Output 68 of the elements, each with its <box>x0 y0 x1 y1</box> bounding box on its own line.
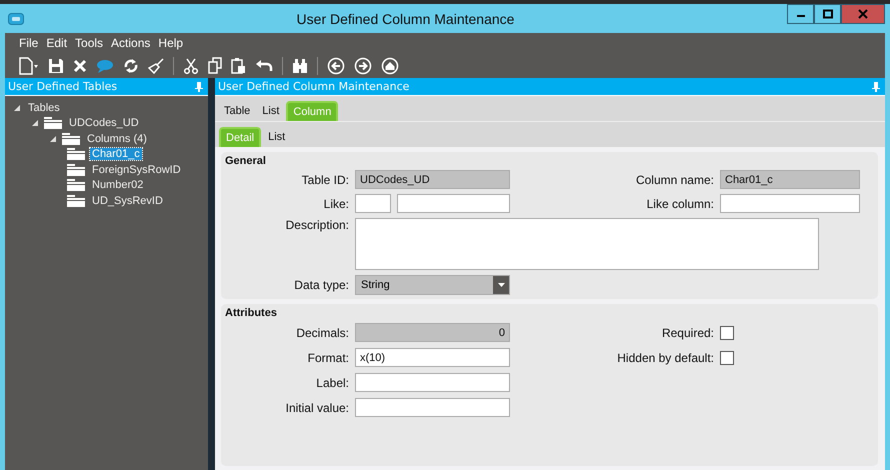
folder-icon <box>67 164 85 176</box>
binoculars-icon[interactable] <box>292 58 308 74</box>
menu-item[interactable]: Help <box>158 36 184 50</box>
menu-item[interactable]: Tools <box>75 36 104 50</box>
delete-icon[interactable] <box>73 58 87 72</box>
group-title: General <box>225 155 267 167</box>
folder-icon <box>67 179 85 192</box>
field-label: Description: <box>284 218 349 232</box>
field-label: Format: <box>306 350 349 364</box>
field-label: Label: <box>315 376 349 390</box>
group-title: Attributes <box>225 307 278 319</box>
tab[interactable]: List <box>263 127 290 147</box>
field-label: Decimals: <box>295 326 349 340</box>
app-icon <box>8 12 24 24</box>
checkbox[interactable] <box>720 350 734 364</box>
refresh-icon[interactable] <box>123 58 139 74</box>
input-field[interactable] <box>355 373 510 392</box>
checkbox[interactable] <box>720 326 734 340</box>
expander-icon[interactable] <box>49 134 57 143</box>
tab[interactable]: Table <box>219 101 256 121</box>
dropdown[interactable]: String <box>355 275 510 295</box>
scissors-icon[interactable] <box>183 58 199 74</box>
save-icon[interactable] <box>48 58 64 74</box>
broom-icon[interactable] <box>148 58 164 74</box>
expander-icon[interactable] <box>31 119 39 128</box>
field-label: Table ID: <box>300 172 349 186</box>
tree-item[interactable]: Char01_c <box>90 148 142 160</box>
paste-icon[interactable] <box>231 57 246 74</box>
tree-item[interactable]: Number02 <box>90 179 146 192</box>
menu-item[interactable]: Edit <box>46 36 68 50</box>
window-title: User Defined Column Maintenance <box>296 10 516 26</box>
close-button[interactable] <box>841 4 885 24</box>
input-field[interactable] <box>355 398 510 417</box>
tree-item[interactable]: UDCodes_UD <box>67 117 141 130</box>
maximize-icon <box>822 9 832 19</box>
panel-header: User Defined Tables <box>5 78 208 96</box>
field-label: Required: <box>660 326 714 340</box>
tree-item[interactable]: UD_SysRevID <box>90 194 165 207</box>
menu-item[interactable]: File <box>19 36 38 50</box>
tree-item[interactable]: ForeignSysRowID <box>90 164 183 176</box>
field-label: Data type: <box>293 278 349 292</box>
input-field[interactable] <box>355 194 391 213</box>
field-label: Like: <box>322 196 349 210</box>
folder-icon <box>67 148 85 160</box>
field-label: Hidden by default: <box>616 350 714 364</box>
input-field[interactable] <box>397 194 510 213</box>
tree-item[interactable]: Columns (4) <box>85 132 149 145</box>
undo-icon[interactable] <box>255 58 273 72</box>
tree-item[interactable]: Tables <box>26 102 62 114</box>
maximize-button[interactable] <box>814 4 841 24</box>
copy-icon[interactable] <box>208 57 222 74</box>
new-document-icon[interactable] <box>17 56 39 74</box>
input-field[interactable] <box>720 194 860 213</box>
expander-icon[interactable] <box>13 104 21 112</box>
dropdown-arrow-icon <box>498 283 504 287</box>
close-icon <box>858 9 868 19</box>
minimize-button[interactable] <box>787 4 814 24</box>
field-label: Column name: <box>634 172 714 186</box>
folder-icon <box>67 194 85 207</box>
field-label: Like column: <box>646 196 714 210</box>
menu-item[interactable]: Actions <box>111 36 150 50</box>
input-field[interactable]: x(10) <box>355 348 510 367</box>
home-icon[interactable] <box>381 56 399 74</box>
panel-header: User Defined Column Maintenance <box>215 78 885 96</box>
field-label: Initial value: <box>284 400 349 414</box>
tab[interactable]: List <box>257 101 284 121</box>
folder-icon <box>44 117 62 130</box>
folder-icon <box>62 132 80 145</box>
